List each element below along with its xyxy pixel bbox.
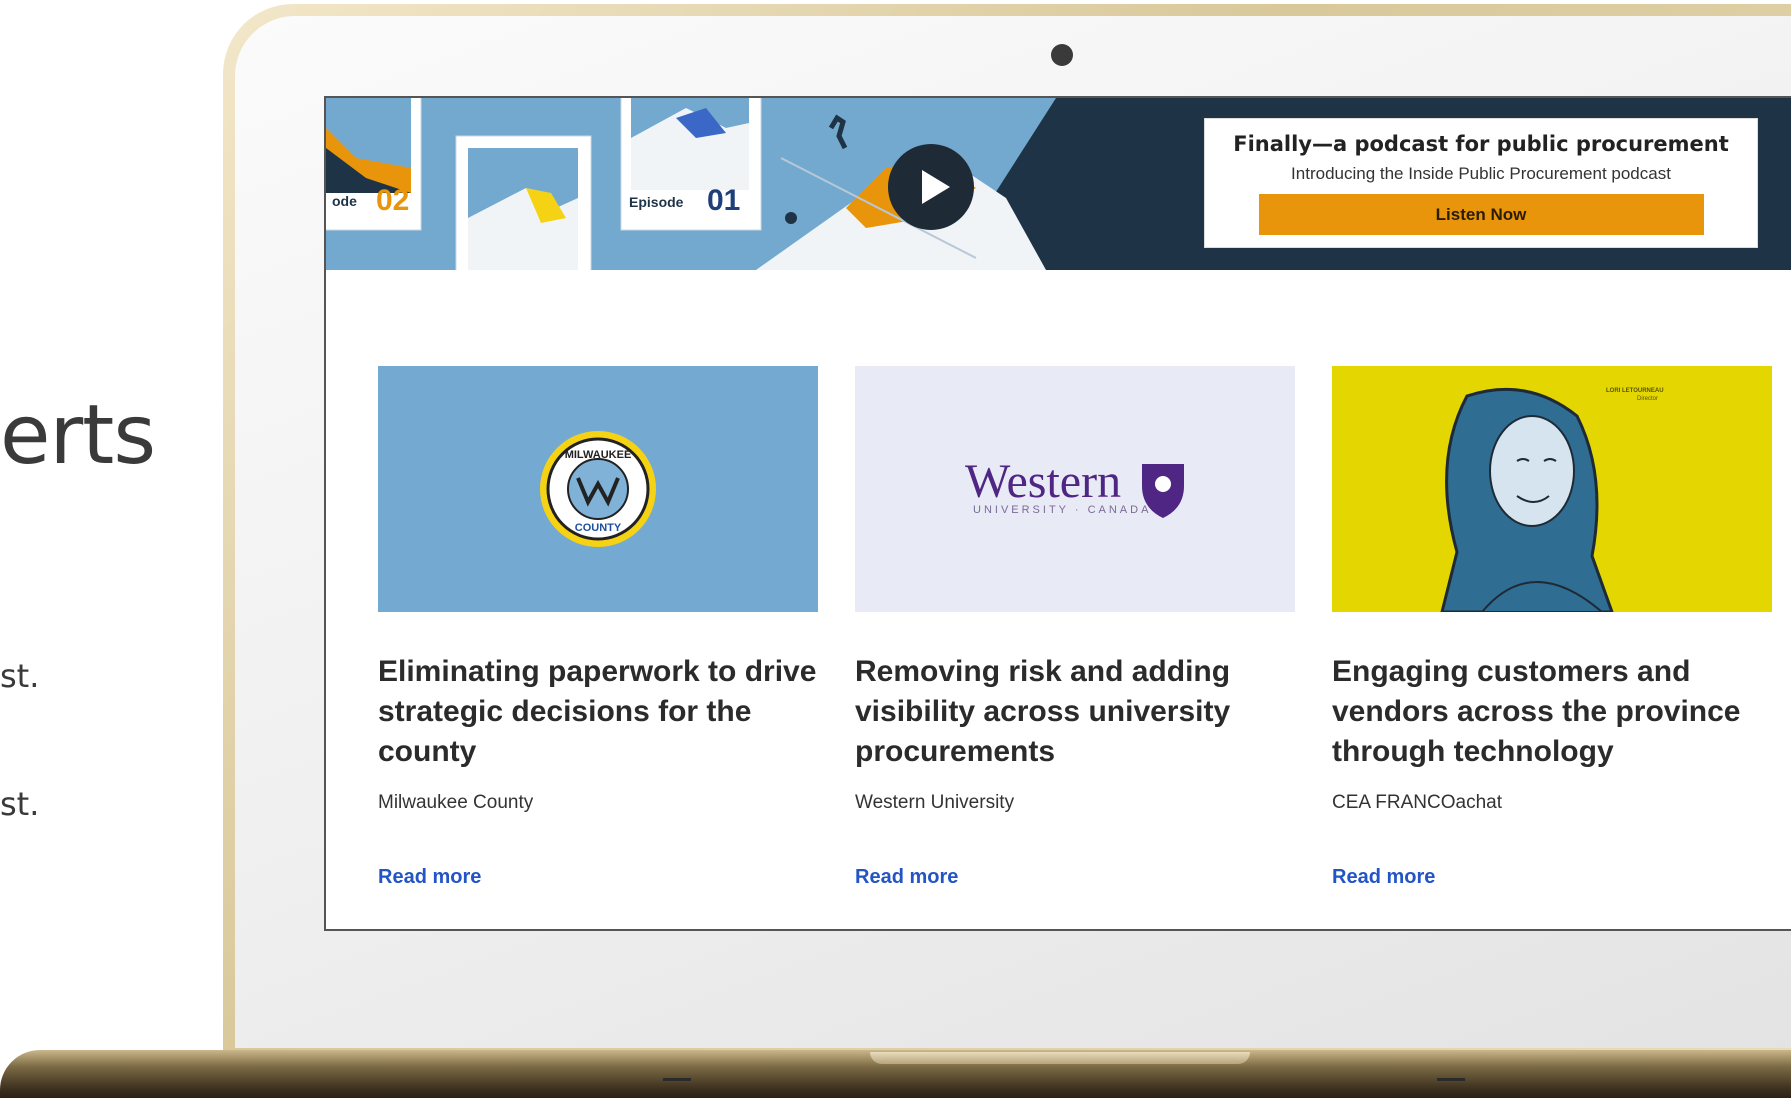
laptop-hinge <box>870 1052 1250 1064</box>
promo-title: Finally—a podcast for public procurement <box>1233 132 1729 156</box>
western-shield-icon <box>1142 464 1184 518</box>
card-title: Engaging customers and vendors across th… <box>1332 655 1741 768</box>
laptop-screen: ode 02 Episode 01 Finally—a podcast for … <box>324 96 1791 931</box>
card-cea-francoachat[interactable]: LORI LETOURNEAU Director Engaging custom… <box>1332 366 1772 888</box>
play-icon <box>922 170 950 204</box>
portrait-caption-role: Director <box>1637 396 1659 402</box>
card-title: Removing risk and adding visibility acro… <box>855 655 1231 768</box>
western-logo-subtext: UNIVERSITY · CANADA <box>973 504 1152 516</box>
episode-02-number: 02 <box>376 184 410 217</box>
card-image-western: Western UNIVERSITY · CANADA <box>855 366 1295 612</box>
slide-heading-fragment: erts <box>0 388 156 483</box>
card-organization: Western University <box>855 792 1015 813</box>
laptop-foot-left <box>663 1078 691 1081</box>
podcast-banner: ode 02 Episode 01 Finally—a podcast for … <box>326 98 1791 270</box>
camera-icon <box>1051 44 1073 66</box>
episode-02-prefix: ode <box>332 193 357 209</box>
milwaukee-seal-icon: MILWAUKEE COUNTY <box>540 431 656 547</box>
episode-01-prefix: Episode <box>629 194 684 210</box>
seal-top-text: MILWAUKEE <box>565 449 632 461</box>
card-title: Eliminating paperwork to drive strategic… <box>378 655 817 768</box>
promo-subtitle: Introducing the Inside Public Procuremen… <box>1291 164 1671 183</box>
card-western[interactable]: Western UNIVERSITY · CANADA Removing ris… <box>855 366 1295 888</box>
read-more-link[interactable]: Read more <box>1332 866 1435 889</box>
card-organization: Milwaukee County <box>378 792 534 813</box>
podcast-promo: Finally—a podcast for public procurement… <box>1204 118 1758 248</box>
seal-bottom-text: COUNTY <box>575 522 622 534</box>
card-milwaukee[interactable]: MILWAUKEE COUNTY Eliminating paperwork t… <box>378 366 818 888</box>
portrait-caption-name: LORI LETOURNEAU <box>1606 388 1664 394</box>
card-image-portrait: LORI LETOURNEAU Director <box>1332 366 1772 612</box>
portrait-illustration <box>1440 387 1614 612</box>
card-organization: CEA FRANCOachat <box>1332 792 1502 813</box>
read-more-link[interactable]: Read more <box>378 866 481 889</box>
episode-01-number: 01 <box>707 184 741 217</box>
slide-text-fragment-1: st. <box>0 657 40 695</box>
card-image-milwaukee: MILWAUKEE COUNTY <box>378 366 818 612</box>
case-study-cards: MILWAUKEE COUNTY Eliminating paperwork t… <box>378 366 1791 906</box>
listen-now-button[interactable]: Listen Now <box>1258 194 1704 235</box>
read-more-link[interactable]: Read more <box>855 866 958 889</box>
play-button[interactable] <box>888 144 974 230</box>
slide-text-fragment-2: st. <box>0 785 40 823</box>
laptop-foot-right <box>1437 1078 1465 1081</box>
episode-card-middle <box>455 135 592 270</box>
